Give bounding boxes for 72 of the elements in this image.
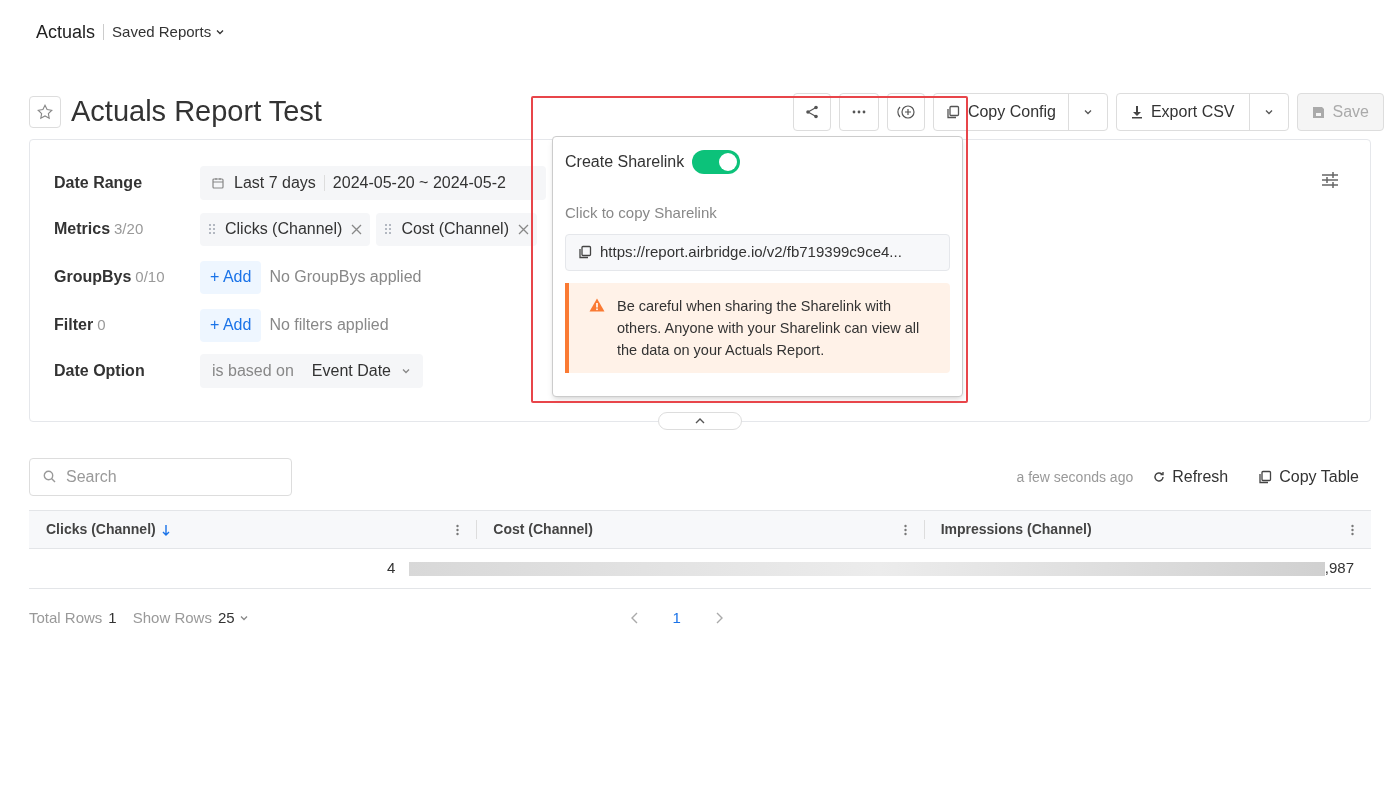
total-rows-label: Total Rows: [29, 607, 103, 628]
copy-icon: [945, 105, 960, 119]
chevron-up-icon: [695, 417, 705, 425]
column-menu-icon[interactable]: [1351, 523, 1354, 536]
page-title: Actuals: [36, 20, 96, 44]
column-menu-icon[interactable]: [456, 523, 460, 536]
date-range-value: 2024-05-20 ~ 2024-05-2: [332, 173, 506, 193]
show-rows-dropdown[interactable]: 25: [217, 606, 249, 630]
warning-icon: [589, 297, 605, 312]
save-icon: [1311, 105, 1325, 119]
search-field[interactable]: Search: [29, 458, 292, 496]
sharelink-toggle[interactable]: [692, 150, 741, 174]
download-icon: [1130, 105, 1143, 119]
copy-icon: [1258, 470, 1273, 484]
close-icon[interactable]: [351, 223, 363, 235]
page-number[interactable]: 1: [672, 606, 681, 630]
more-button[interactable]: [838, 93, 879, 131]
copy-table-button[interactable]: Copy Table: [1258, 465, 1359, 489]
add-button[interactable]: + Add: [200, 308, 262, 342]
calendar-icon: [212, 177, 224, 189]
date-range-picker[interactable]: Last 7 days 2024-05-20 ~ 2024-05-2: [200, 166, 546, 200]
share-button[interactable]: [792, 93, 831, 131]
add-view-button[interactable]: [886, 93, 925, 131]
filter-label: Filter: [54, 315, 94, 335]
column-header[interactable]: Cost (Channel): [493, 519, 593, 540]
column-header[interactable]: Clicks (Channel): [46, 519, 156, 540]
caret-icon: [401, 366, 411, 376]
refresh-button[interactable]: Refresh: [1153, 465, 1229, 489]
chevron-right-icon[interactable]: [714, 612, 723, 624]
caret-icon: [1263, 107, 1274, 117]
more-icon: [851, 110, 866, 114]
filter-count: 3/20: [114, 219, 144, 239]
chevron-left-icon[interactable]: [630, 612, 639, 624]
copy-icon: [578, 245, 592, 259]
column-menu-icon[interactable]: [903, 523, 907, 536]
date-option-select[interactable]: is based on Event Date: [200, 354, 423, 388]
search-icon: [43, 470, 56, 483]
filter-label: GroupBys: [54, 267, 132, 287]
copy-hint: Click to copy Sharelink: [565, 203, 718, 223]
favorite-button[interactable]: [29, 96, 61, 128]
settings-sliders-icon[interactable]: [1321, 171, 1339, 189]
filter-count: 0/10: [135, 267, 165, 287]
filter-label: Date Option: [54, 361, 145, 381]
saved-reports-dropdown[interactable]: Saved Reports: [112, 20, 226, 44]
total-rows-value: 1: [108, 607, 117, 628]
close-icon[interactable]: [518, 223, 529, 235]
empty-hint: No GroupBys applied: [269, 267, 422, 287]
report-title: Actuals Report Test: [71, 94, 322, 130]
filter-count: 0: [97, 315, 106, 335]
add-circle-icon: [895, 104, 916, 120]
metric-chip[interactable]: Clicks (Channel): [200, 212, 371, 246]
add-button[interactable]: + Add: [200, 260, 262, 294]
metric-chip[interactable]: Cost (Channel): [376, 212, 537, 246]
sort-arrow-icon[interactable]: [161, 523, 170, 536]
date-preset: Last 7 days: [234, 173, 316, 193]
warning-text: Be careful when sharing the Sharelink with others. Anyone with your Sharelink can view all the data on your Actuals Report.: [617, 296, 921, 360]
filter-label: Metrics: [54, 219, 111, 239]
updated-time: a few seconds ago: [1016, 467, 1134, 487]
star-icon: [36, 103, 54, 121]
filter-label: Date Range: [54, 173, 143, 193]
sharelink-url-field[interactable]: https://report.airbridge.io/v2/fb719399c9ce4...: [565, 233, 950, 271]
caret-icon: [215, 27, 226, 37]
empty-hint: No filters applied: [269, 315, 389, 335]
popover-title: Create Sharelink: [565, 152, 685, 172]
show-rows-label: Show Rows: [132, 607, 212, 628]
column-header[interactable]: Impressions (Channel): [940, 519, 1092, 540]
share-icon: [804, 105, 819, 119]
drag-handle-icon: [384, 223, 393, 235]
refresh-icon: [1153, 471, 1166, 483]
drag-handle-icon: [208, 223, 216, 235]
caret-icon: [238, 613, 249, 623]
caret-icon: [1082, 107, 1093, 117]
